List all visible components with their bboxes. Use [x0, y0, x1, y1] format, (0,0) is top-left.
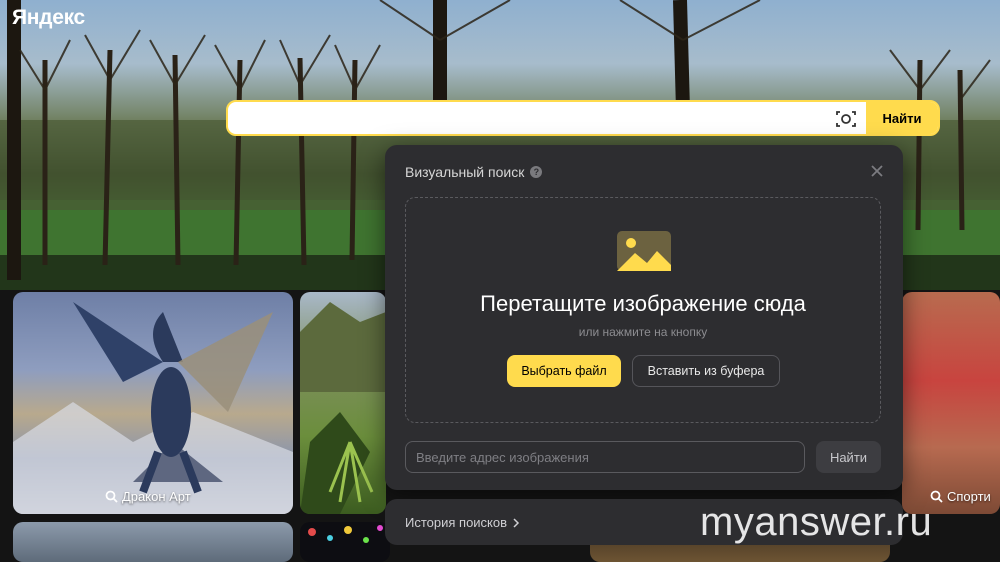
help-icon[interactable]: ? — [530, 166, 543, 178]
camera-icon[interactable] — [834, 107, 858, 131]
close-icon[interactable] — [869, 163, 885, 179]
dragon-illustration — [13, 302, 293, 514]
url-search-button[interactable]: Найти — [816, 441, 881, 473]
choose-file-button[interactable]: Выбрать файл — [507, 355, 621, 387]
visual-search-panel: Визуальный поиск ? Перетащите изображени… — [385, 145, 903, 490]
image-card-sport[interactable]: Спорти — [902, 292, 1000, 514]
card-label-dragon[interactable]: Дракон Арт — [105, 489, 191, 504]
drop-subtitle: или нажмите на кнопку — [578, 325, 708, 339]
drop-zone[interactable]: Перетащите изображение сюда или нажмите … — [405, 197, 881, 423]
drop-title: Перетащите изображение сюда — [480, 291, 806, 316]
card-label-sport[interactable]: Спорти — [930, 489, 991, 504]
search-bar: Найти — [226, 100, 940, 136]
search-icon — [105, 490, 118, 503]
search-history-label: История поисков — [405, 515, 508, 530]
panel-title: Визуальный поиск ? — [405, 164, 543, 180]
watermark: myanswer.ru — [700, 500, 933, 544]
image-card-machu-picchu[interactable] — [300, 292, 386, 514]
mountain-illustration — [300, 302, 386, 514]
card-label-text: Спорти — [947, 489, 991, 504]
image-card[interactable] — [300, 522, 390, 562]
search-history-link[interactable]: История поисков — [405, 515, 520, 530]
image-icon — [617, 231, 671, 271]
paste-from-clipboard-button[interactable]: Вставить из буфера — [632, 355, 780, 387]
card-label-text: Дракон Арт — [122, 489, 191, 504]
chevron-right-icon — [513, 517, 520, 528]
search-button[interactable]: Найти — [866, 102, 938, 134]
search-input[interactable] — [228, 102, 858, 134]
image-url-input[interactable] — [405, 441, 805, 473]
panel-title-text: Визуальный поиск — [405, 164, 525, 180]
yandex-logo[interactable]: Яндекс — [12, 6, 85, 30]
image-card[interactable] — [13, 522, 293, 562]
bokeh-illustration — [308, 525, 383, 543]
image-card-dragon[interactable]: Дракон Арт — [13, 292, 293, 514]
